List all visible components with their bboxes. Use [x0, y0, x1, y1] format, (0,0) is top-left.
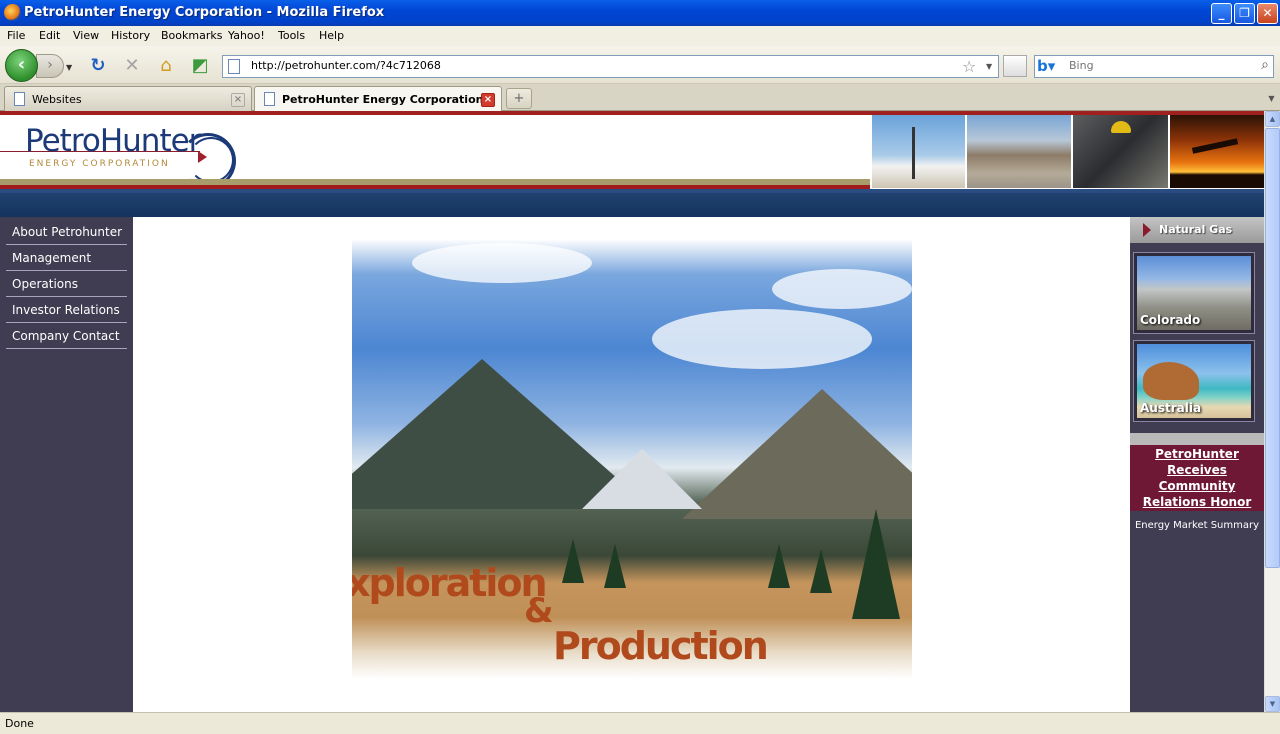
nav-about[interactable]: About Petrohunter — [6, 219, 127, 245]
tab-label: PetroHunter Energy Corporation — [282, 93, 484, 106]
menu-help[interactable]: Help — [319, 29, 344, 42]
cloud — [772, 269, 912, 309]
header-blue-band — [0, 189, 1264, 217]
search-icon[interactable]: ⌕ — [1261, 57, 1269, 73]
hero-text-exploration: xploration — [352, 561, 548, 605]
site-header: PetroHunter ENERGY CORPORATION — [0, 111, 1264, 217]
navigation-toolbar: › ‹ ▼ ↻ ✕ ⌂ ◩ ☆ ▼ b▾ ⌕ — [0, 46, 1280, 84]
cloud — [652, 309, 872, 369]
honor-link-line2[interactable]: Receives — [1130, 462, 1264, 478]
honor-link-line3[interactable]: Community — [1130, 478, 1264, 494]
menu-bar: File Edit View History Bookmarks Yahoo! … — [0, 26, 1280, 46]
restore-button[interactable]: ❐ — [1234, 3, 1255, 24]
feed-icon[interactable] — [1003, 55, 1027, 77]
menu-history[interactable]: History — [111, 29, 150, 42]
page-viewport: PetroHunter ENERGY CORPORATION About Pet… — [0, 111, 1264, 712]
main-content: xploration & Production — [133, 217, 1130, 712]
logo-arrow-icon — [198, 151, 207, 163]
logo-ring-inner — [188, 137, 234, 183]
menu-yahoo[interactable]: Yahoo! — [228, 29, 265, 42]
vertical-scrollbar[interactable]: ▲ ▼ — [1264, 111, 1280, 712]
bing-engine-icon[interactable]: b▾ — [1037, 58, 1065, 75]
natural-gas-label: Natural Gas — [1159, 223, 1233, 236]
new-tab-button[interactable]: + — [506, 88, 532, 109]
pine-tree — [604, 544, 626, 588]
nav-company-contact[interactable]: Company Contact — [6, 323, 127, 349]
close-tab-icon[interactable]: × — [481, 93, 495, 107]
scroll-down-icon[interactable]: ▼ — [1265, 696, 1280, 712]
tab-bar: Websites × PetroHunter Energy Corporatio… — [0, 84, 1280, 112]
menu-bookmarks[interactable]: Bookmarks — [161, 29, 222, 42]
hero-text-ampersand: & — [524, 591, 554, 631]
tab-petrohunter[interactable]: PetroHunter Energy Corporation × — [254, 86, 502, 112]
nav-operations[interactable]: Operations — [6, 271, 127, 297]
menu-tools[interactable]: Tools — [278, 29, 305, 42]
nav-management[interactable]: Management — [6, 245, 127, 271]
nav-investor-relations[interactable]: Investor Relations — [6, 297, 127, 323]
colorado-card[interactable]: Colorado — [1133, 252, 1255, 334]
logo[interactable]: PetroHunter ENERGY CORPORATION — [0, 115, 870, 189]
mountain-right — [682, 389, 912, 519]
hero-image: xploration & Production — [352, 239, 912, 679]
header-photo-pipeline — [967, 115, 1071, 188]
australia-label: Australia — [1140, 401, 1202, 415]
header-photo-drill-rig — [872, 115, 965, 188]
scroll-thumb[interactable] — [1265, 128, 1280, 568]
firefox-icon — [4, 4, 21, 21]
menu-file[interactable]: File — [7, 29, 25, 42]
right-sidebar: Natural Gas Colorado Australia PetroHunt… — [1130, 217, 1264, 712]
arrow-right-icon — [1143, 223, 1151, 237]
search-bar[interactable]: b▾ ⌕ — [1034, 55, 1274, 78]
minimize-button[interactable]: _ — [1211, 3, 1232, 24]
honor-link-line4[interactable]: Relations Honor — [1130, 494, 1264, 510]
bookmark-toolbar-icon[interactable]: ◩ — [190, 56, 210, 76]
header-photo-pumpjack — [1170, 115, 1264, 188]
address-bar[interactable]: ☆ ▼ — [222, 55, 999, 78]
logo-tagline: ENERGY CORPORATION — [29, 159, 170, 169]
logo-wordmark: PetroHunter — [25, 123, 201, 159]
pine-tree — [768, 544, 790, 588]
stop-icon[interactable]: ✕ — [122, 56, 142, 76]
status-text: Done — [5, 717, 34, 730]
australia-card[interactable]: Australia — [1133, 340, 1255, 422]
sidebar-divider — [1130, 433, 1264, 445]
colorado-label: Colorado — [1140, 313, 1201, 327]
pine-tree — [852, 509, 900, 619]
mountain-distant — [582, 449, 702, 509]
home-icon[interactable]: ⌂ — [156, 56, 176, 76]
page-icon — [264, 92, 275, 106]
forward-button[interactable]: › — [36, 54, 64, 78]
header-photo-worker — [1073, 115, 1168, 188]
url-dropdown-icon[interactable]: ▼ — [986, 62, 992, 71]
pine-tree — [810, 549, 832, 593]
tab-websites[interactable]: Websites × — [4, 86, 252, 111]
honor-link-line1[interactable]: PetroHunter — [1130, 446, 1264, 462]
tab-list-icon[interactable]: ▼ — [1263, 88, 1280, 109]
pine-tree — [562, 539, 584, 583]
energy-market-summary[interactable]: Energy Market Summary — [1130, 520, 1264, 531]
back-button[interactable]: ‹ — [5, 49, 38, 82]
search-input[interactable] — [1069, 59, 1249, 72]
close-tab-icon[interactable]: × — [231, 93, 245, 107]
left-navigation: About Petrohunter Management Operations … — [0, 217, 133, 712]
cloud — [412, 243, 592, 283]
history-dropdown-icon[interactable]: ▼ — [66, 63, 72, 72]
community-honor-box: PetroHunter Receives Community Relations… — [1130, 445, 1264, 511]
natural-gas-heading[interactable]: Natural Gas — [1130, 217, 1264, 243]
url-input[interactable] — [251, 59, 951, 72]
status-bar: Done — [0, 712, 1280, 734]
hero-text-production: Production — [553, 624, 769, 668]
menu-edit[interactable]: Edit — [39, 29, 60, 42]
reload-icon[interactable]: ↻ — [88, 56, 108, 76]
tab-label: Websites — [32, 93, 82, 106]
window-title: PetroHunter Energy Corporation - Mozilla… — [24, 5, 385, 20]
scroll-up-icon[interactable]: ▲ — [1265, 111, 1280, 127]
window-title-bar: PetroHunter Energy Corporation - Mozilla… — [0, 0, 1280, 26]
close-window-button[interactable]: ✕ — [1257, 3, 1278, 24]
bookmark-star-icon[interactable]: ☆ — [962, 57, 976, 76]
menu-view[interactable]: View — [73, 29, 99, 42]
page-icon — [228, 59, 240, 74]
page-icon — [14, 92, 25, 106]
